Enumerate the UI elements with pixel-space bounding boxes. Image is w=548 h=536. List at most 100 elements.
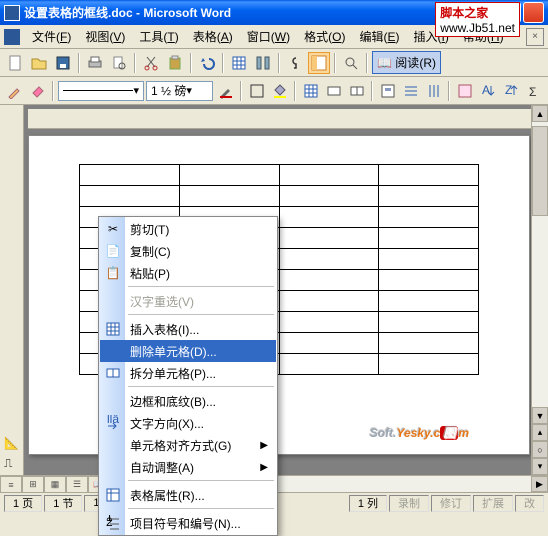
- chevron-right-icon: ▶: [260, 440, 268, 451]
- menu-tools[interactable]: 工具(T): [133, 26, 184, 47]
- select-browse-button[interactable]: ○: [532, 441, 548, 458]
- svg-text:llâ: llâ: [107, 415, 119, 426]
- cm-delete-cells[interactable]: 删除单元格(D)...: [100, 340, 276, 362]
- cm-paste[interactable]: 📋粘贴(P): [100, 262, 276, 284]
- paste-icon[interactable]: [164, 52, 186, 74]
- new-icon[interactable]: [4, 52, 26, 74]
- scroll-down-button[interactable]: ▼: [532, 407, 548, 424]
- word-app-icon: [4, 5, 20, 21]
- print-preview-icon[interactable]: [108, 52, 130, 74]
- split-icon: [104, 364, 122, 382]
- vertical-ruler: 📐 ⎍: [0, 105, 24, 475]
- line-weight-select[interactable]: 1 ½ 磅 ▾: [146, 81, 213, 101]
- cm-bullets-numbering[interactable]: 12项目符号和编号(N)...: [100, 512, 276, 534]
- document-map-icon[interactable]: [308, 52, 330, 74]
- reading-layout-button[interactable]: 📖 阅读(R): [372, 51, 441, 74]
- tab-icon[interactable]: ⎍: [4, 456, 19, 471]
- standard-toolbar: 📖 阅读(R): [0, 49, 548, 77]
- print-icon[interactable]: [84, 52, 106, 74]
- menu-format[interactable]: 格式(O): [298, 26, 351, 47]
- distribute-rows-icon[interactable]: [400, 80, 421, 102]
- outside-border-icon[interactable]: [246, 80, 267, 102]
- cm-borders-shading[interactable]: 边框和底纹(B)...: [100, 390, 276, 412]
- shading-color-icon[interactable]: [269, 80, 290, 102]
- close-document-button[interactable]: ×: [526, 28, 544, 46]
- border-color-icon[interactable]: [215, 80, 236, 102]
- table-row: [80, 165, 479, 186]
- ruler-icon[interactable]: 📐: [4, 436, 19, 450]
- menu-edit[interactable]: 编辑(E): [353, 26, 405, 47]
- draw-table-icon[interactable]: [4, 80, 25, 102]
- align-icon[interactable]: [377, 80, 398, 102]
- web-view-button[interactable]: ⊞: [22, 476, 44, 493]
- svg-text:Σ: Σ: [529, 85, 536, 99]
- normal-view-button[interactable]: ≡: [0, 476, 22, 493]
- table-autoformat-icon[interactable]: [454, 80, 475, 102]
- window-title: 设置表格的框线.doc - Microsoft Word: [24, 4, 477, 21]
- horizontal-ruler[interactable]: [28, 109, 544, 129]
- insert-table-button-icon[interactable]: [300, 80, 321, 102]
- cm-text-direction[interactable]: llâ文字方向(X)...: [100, 412, 276, 434]
- cm-hanzi-reselect[interactable]: 汉字重选(V): [100, 290, 276, 312]
- merge-cells-icon[interactable]: [323, 80, 344, 102]
- next-page-button[interactable]: ▾: [532, 458, 548, 475]
- status-rec[interactable]: 录制: [389, 495, 429, 512]
- svg-text:2: 2: [106, 515, 113, 529]
- scroll-up-button[interactable]: ▲: [532, 105, 548, 122]
- list-icon: 12: [104, 514, 122, 532]
- status-ext[interactable]: 扩展: [473, 495, 513, 512]
- split-cells-icon[interactable]: [346, 80, 367, 102]
- copy-icon: 📄: [104, 242, 122, 260]
- cm-split-cells[interactable]: 拆分单元格(P)...: [100, 362, 276, 384]
- eraser-icon[interactable]: [27, 80, 48, 102]
- columns-icon[interactable]: [252, 52, 274, 74]
- sort-asc-icon[interactable]: A: [477, 80, 498, 102]
- menu-view[interactable]: 视图(V): [79, 26, 131, 47]
- text-direction-icon: llâ: [104, 414, 122, 432]
- close-button[interactable]: [523, 2, 544, 23]
- cm-cut[interactable]: ✂剪切(T): [100, 218, 276, 240]
- table-props-icon: [104, 486, 122, 504]
- page-watermark: Soft.Yesky.c图m: [370, 424, 469, 442]
- status-column: 1 列: [349, 495, 387, 512]
- autosum-icon[interactable]: Σ: [523, 80, 544, 102]
- outline-view-button[interactable]: ☰: [66, 476, 88, 493]
- distribute-cols-icon[interactable]: [423, 80, 444, 102]
- table-icon: [104, 320, 122, 338]
- table-row: [80, 186, 479, 207]
- cut-icon[interactable]: [140, 52, 162, 74]
- cm-copy[interactable]: 📄复制(C): [100, 240, 276, 262]
- zoom-icon[interactable]: [340, 52, 362, 74]
- menu-file[interactable]: 文件(F): [26, 26, 77, 47]
- scroll-right-button[interactable]: ▶: [531, 476, 548, 492]
- chevron-right-icon: ▶: [260, 462, 268, 473]
- word-doc-icon: [4, 29, 20, 45]
- cm-cell-alignment[interactable]: 单元格对齐方式(G)▶: [100, 434, 276, 456]
- open-icon[interactable]: [28, 52, 50, 74]
- line-style-select[interactable]: ▾: [58, 81, 144, 101]
- menu-table[interactable]: 表格(A): [187, 26, 239, 47]
- status-ovr[interactable]: 改: [515, 495, 544, 512]
- svg-text:Z: Z: [505, 83, 512, 97]
- status-page: 1 页: [4, 495, 42, 512]
- cm-insert-table[interactable]: 插入表格(I)...: [100, 318, 276, 340]
- print-view-button[interactable]: ▦: [44, 476, 66, 493]
- scroll-thumb[interactable]: [532, 126, 548, 216]
- site-watermark: 脚本之家 www.Jb51.net: [435, 2, 520, 37]
- paste-icon: 📋: [104, 264, 122, 282]
- cm-autofit[interactable]: 自动调整(A)▶: [100, 456, 276, 478]
- vertical-scrollbar[interactable]: ▲ ▼ ▴ ○ ▾: [531, 105, 548, 475]
- context-menu: ✂剪切(T) 📄复制(C) 📋粘贴(P) 汉字重选(V) 插入表格(I)... …: [98, 216, 278, 536]
- cm-table-properties[interactable]: 表格属性(R)...: [100, 484, 276, 506]
- tables-borders-toolbar: ▾ 1 ½ 磅 ▾ A Z Σ: [0, 77, 548, 105]
- prev-page-button[interactable]: ▴: [532, 424, 548, 441]
- undo-icon[interactable]: [196, 52, 218, 74]
- table-icon[interactable]: [228, 52, 250, 74]
- save-icon[interactable]: [52, 52, 74, 74]
- menu-window[interactable]: 窗口(W): [241, 26, 296, 47]
- cut-icon: ✂: [104, 220, 122, 238]
- show-hide-icon[interactable]: [284, 52, 306, 74]
- status-section: 1 节: [44, 495, 82, 512]
- status-rev[interactable]: 修订: [431, 495, 471, 512]
- sort-desc-icon[interactable]: Z: [500, 80, 521, 102]
